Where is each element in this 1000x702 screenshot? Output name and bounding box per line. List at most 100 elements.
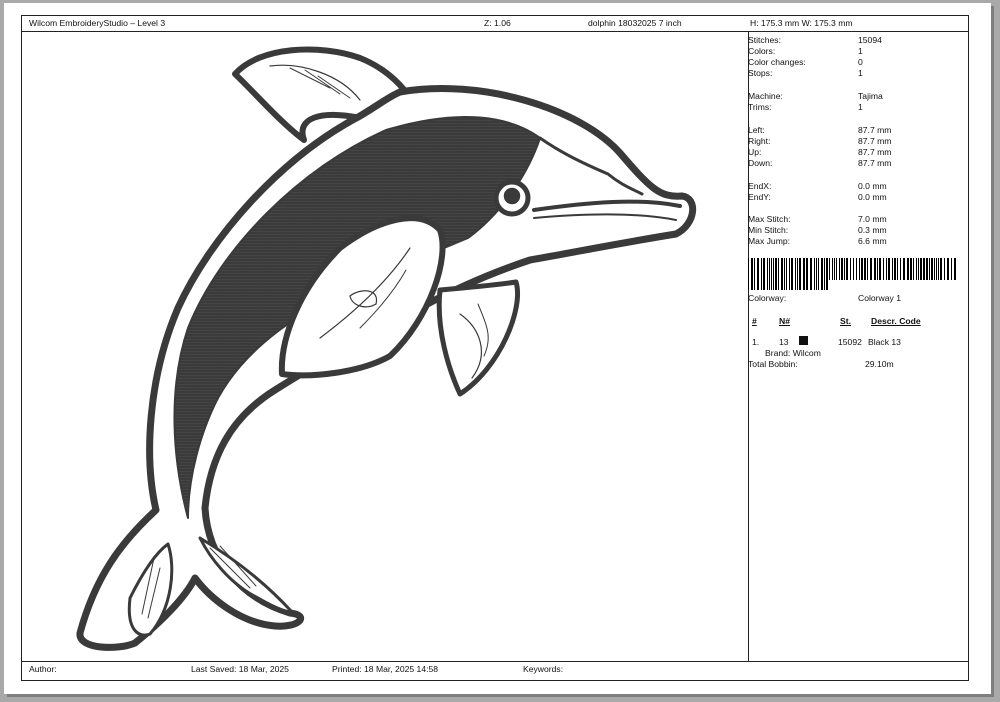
barcode-bar xyxy=(931,258,933,280)
thread-row-stitches: 15092 xyxy=(838,337,862,347)
barcode-bar xyxy=(763,258,765,290)
barcode-bar xyxy=(778,258,779,290)
barcode-bar xyxy=(784,258,785,290)
barcode-bar xyxy=(859,258,860,280)
barcode-bar xyxy=(806,258,808,290)
footer-divider xyxy=(21,661,969,662)
barcode-bar xyxy=(920,258,922,280)
colorway-label: Colorway: xyxy=(748,293,787,303)
barcode-bar xyxy=(874,258,876,280)
app-title: Wilcom EmbroideryStudio – Level 3 xyxy=(29,18,166,28)
barcode-bar xyxy=(829,258,830,280)
stitches-label: Stitches: xyxy=(748,35,781,45)
thread-color-swatch xyxy=(799,336,808,345)
thread-row-descr: Black 13 xyxy=(868,337,901,347)
stops-label: Stops: xyxy=(748,68,773,78)
barcode-bar xyxy=(751,258,753,290)
machine-value: Tajima xyxy=(858,91,883,101)
barcode-bar xyxy=(897,258,898,280)
barcode-bar xyxy=(954,258,956,280)
barcode-bar xyxy=(886,258,887,280)
colorway-value: Colorway 1 xyxy=(858,293,901,303)
barcode-bar xyxy=(761,258,762,290)
barcode-bar xyxy=(892,258,893,280)
trims-value: 1 xyxy=(858,102,863,112)
barcode-bar xyxy=(781,258,783,290)
barcode-bar xyxy=(916,258,917,280)
footer-last-saved: Last Saved: 18 Mar, 2025 xyxy=(191,664,289,674)
up-value: 87.7 mm xyxy=(858,147,892,157)
barcode-bar xyxy=(789,258,790,290)
right-label: Right: xyxy=(748,136,771,146)
barcode-bar xyxy=(771,258,772,290)
barcode-bar xyxy=(748,258,749,290)
design-size: H: 175.3 mm W: 175.3 mm xyxy=(750,18,853,28)
barcode-bar xyxy=(910,258,912,280)
barcode-bar xyxy=(918,258,919,280)
total-bobbin-label: Total Bobbin: xyxy=(748,359,798,369)
max-jump-label: Max Jump: xyxy=(748,236,791,246)
barcode-bar xyxy=(938,258,939,280)
barcode-bar xyxy=(810,258,812,290)
stops-value: 1 xyxy=(858,68,863,78)
machine-label: Machine: xyxy=(748,91,783,101)
col-header-n: N# xyxy=(779,316,790,326)
col-header-stitches: St. xyxy=(840,316,851,326)
barcode-bar xyxy=(879,258,881,280)
barcode-bar xyxy=(844,258,845,280)
thread-row-n: 13 xyxy=(779,337,789,347)
color-changes-value: 0 xyxy=(858,57,863,67)
barcode-bar xyxy=(870,258,872,280)
endy-label: EndY: xyxy=(748,192,771,202)
barcode-bar xyxy=(799,258,801,290)
right-value: 87.7 mm xyxy=(858,136,892,146)
barcode-bar xyxy=(936,258,937,280)
barcode-bar xyxy=(834,258,835,280)
down-label: Down: xyxy=(748,158,773,168)
barcode-bar xyxy=(926,258,928,280)
colors-label: Colors: xyxy=(748,46,776,56)
barcode-bar xyxy=(818,258,819,290)
zoom-level: Z: 1.06 xyxy=(484,18,511,28)
barcode-bar xyxy=(856,258,857,280)
barcode-bar xyxy=(900,258,901,280)
footer-author: Author: xyxy=(29,664,57,674)
footer-printed: Printed: 18 Mar, 2025 14:58 xyxy=(332,664,439,674)
barcode-bar xyxy=(864,258,866,280)
stitches-value: 15094 xyxy=(858,35,882,45)
barcode-bar xyxy=(944,258,945,280)
barcode-bar xyxy=(791,258,793,290)
barcode-bar xyxy=(903,258,905,280)
down-value: 87.7 mm xyxy=(858,158,892,168)
col-header-number: # xyxy=(752,316,757,326)
max-stitch-label: Max Stitch: xyxy=(748,214,791,224)
barcode-bar xyxy=(826,258,828,290)
barcode-bar xyxy=(797,258,798,290)
barcode-bar xyxy=(877,258,878,280)
total-bobbin-value: 29.10m xyxy=(865,359,894,369)
barcode-bar xyxy=(773,258,774,290)
barcode-bar xyxy=(907,258,909,280)
endx-value: 0.0 mm xyxy=(858,181,887,191)
min-stitch-value: 0.3 mm xyxy=(858,225,887,235)
barcode-bar xyxy=(894,258,896,280)
min-stitch-label: Min Stitch: xyxy=(748,225,789,235)
barcode-bar xyxy=(839,258,840,280)
barcode-bar xyxy=(846,258,848,280)
trims-label: Trims: xyxy=(748,102,772,112)
thread-brand: Brand: Wilcom xyxy=(765,348,821,358)
barcode-bar xyxy=(923,258,925,280)
header-divider xyxy=(21,31,969,32)
left-label: Left: xyxy=(748,125,765,135)
barcode-bar xyxy=(803,258,805,290)
barcode-bar xyxy=(775,258,777,290)
thread-row-number: 1. xyxy=(752,337,760,347)
barcode-bar xyxy=(824,258,825,290)
barcode-bar xyxy=(821,258,823,290)
up-label: Up: xyxy=(748,147,762,157)
barcode-bar xyxy=(940,258,942,280)
max-stitch-value: 7.0 mm xyxy=(858,214,887,224)
barcode-bar xyxy=(929,258,930,280)
barcode-bar xyxy=(947,258,949,280)
endy-value: 0.0 mm xyxy=(858,192,887,202)
